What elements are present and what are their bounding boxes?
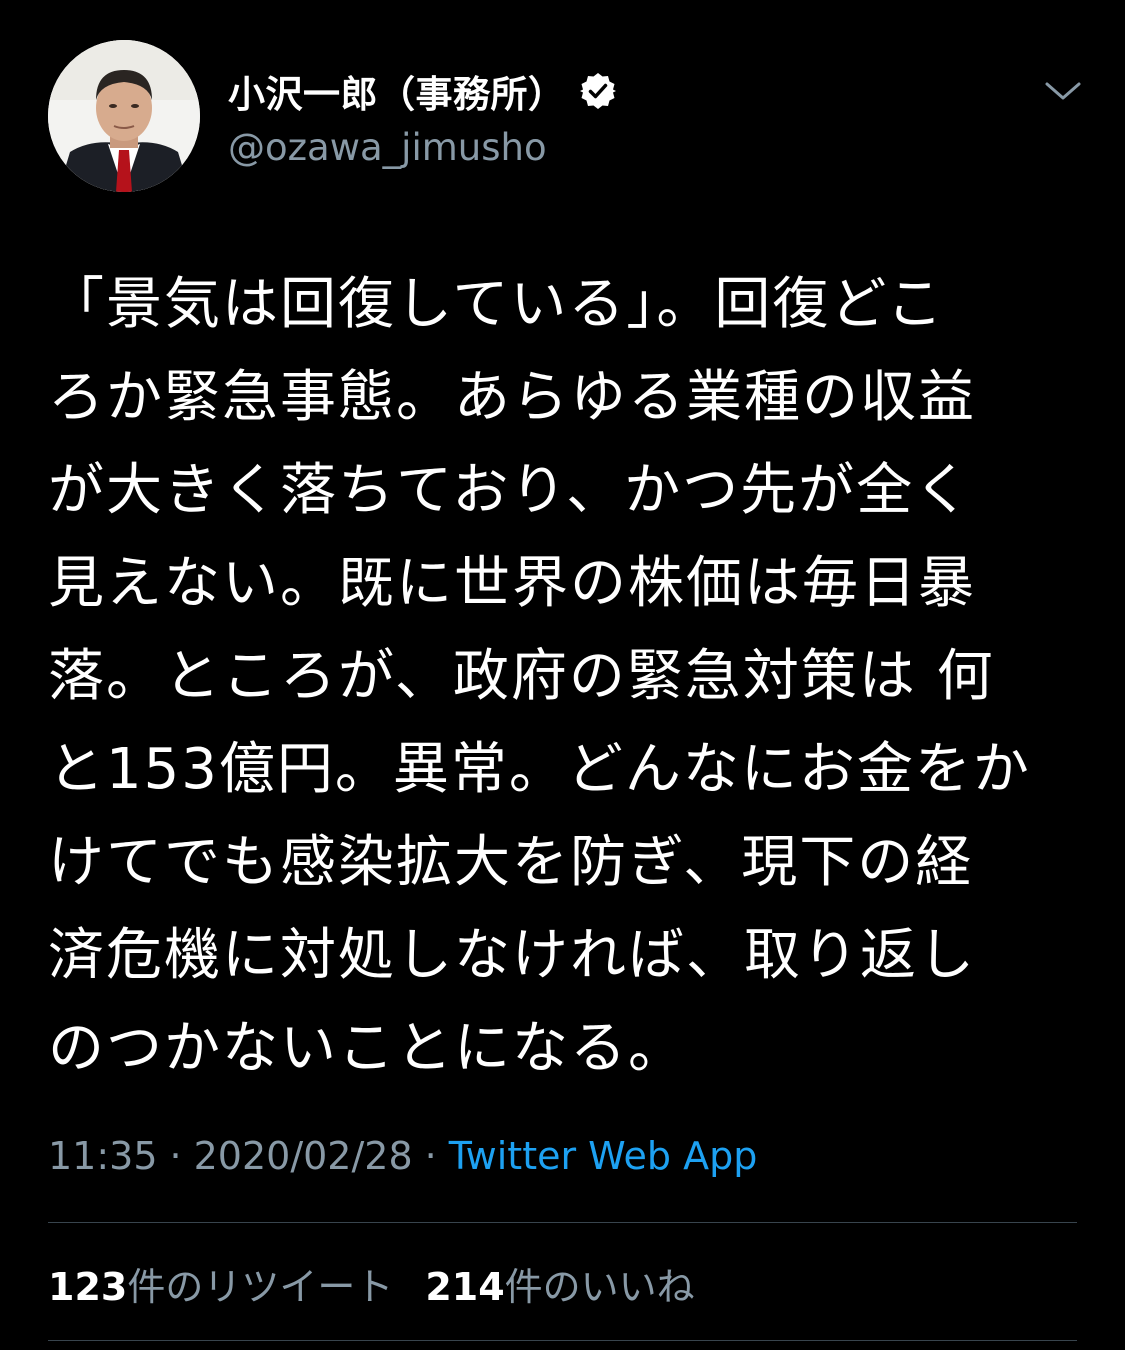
retweets-count: 123 [48,1265,128,1309]
meta-separator: · [169,1134,182,1178]
likes-label: 件のいいね [504,1265,695,1309]
likes-count: 214 [425,1265,505,1309]
retweets-stat[interactable]: 123件のリツイート [48,1256,393,1311]
tweet-time[interactable]: 11:35 [48,1134,158,1178]
profile-photo [48,40,200,192]
retweets-label: 件のリツイート [127,1265,394,1309]
likes-stat[interactable]: 214件のいいね [425,1256,694,1311]
author-names: 小沢一郎（事務所） @ozawa_jimusho [228,64,618,169]
divider [48,1340,1077,1341]
display-name-row: 小沢一郎（事務所） [228,64,618,118]
verified-badge-icon [578,71,618,111]
tweet-detail: 小沢一郎（事務所） @ozawa_jimusho 「景気は回復している」。回復ど… [0,0,1125,1350]
chevron-down-icon[interactable] [1043,76,1083,106]
tweet-stats: 123件のリツイート 214件のいいね [48,1256,695,1311]
tweet-source-link[interactable]: Twitter Web App [449,1134,758,1178]
divider [48,1222,1077,1223]
avatar[interactable] [48,40,200,192]
meta-separator: · [424,1134,437,1178]
display-name[interactable]: 小沢一郎（事務所） [228,64,566,118]
tweet-date[interactable]: 2020/02/28 [194,1134,413,1178]
tweet-header: 小沢一郎（事務所） @ozawa_jimusho [48,40,1083,192]
handle[interactable]: @ozawa_jimusho [228,126,618,169]
tweet-text: 「景気は回復している」。回復どこ ろか緊急事態。あらゆる業種の収益 が大きく落ち… [48,272,1031,1081]
tweet-meta: 11:35 · 2020/02/28 · Twitter Web App [48,1134,757,1178]
